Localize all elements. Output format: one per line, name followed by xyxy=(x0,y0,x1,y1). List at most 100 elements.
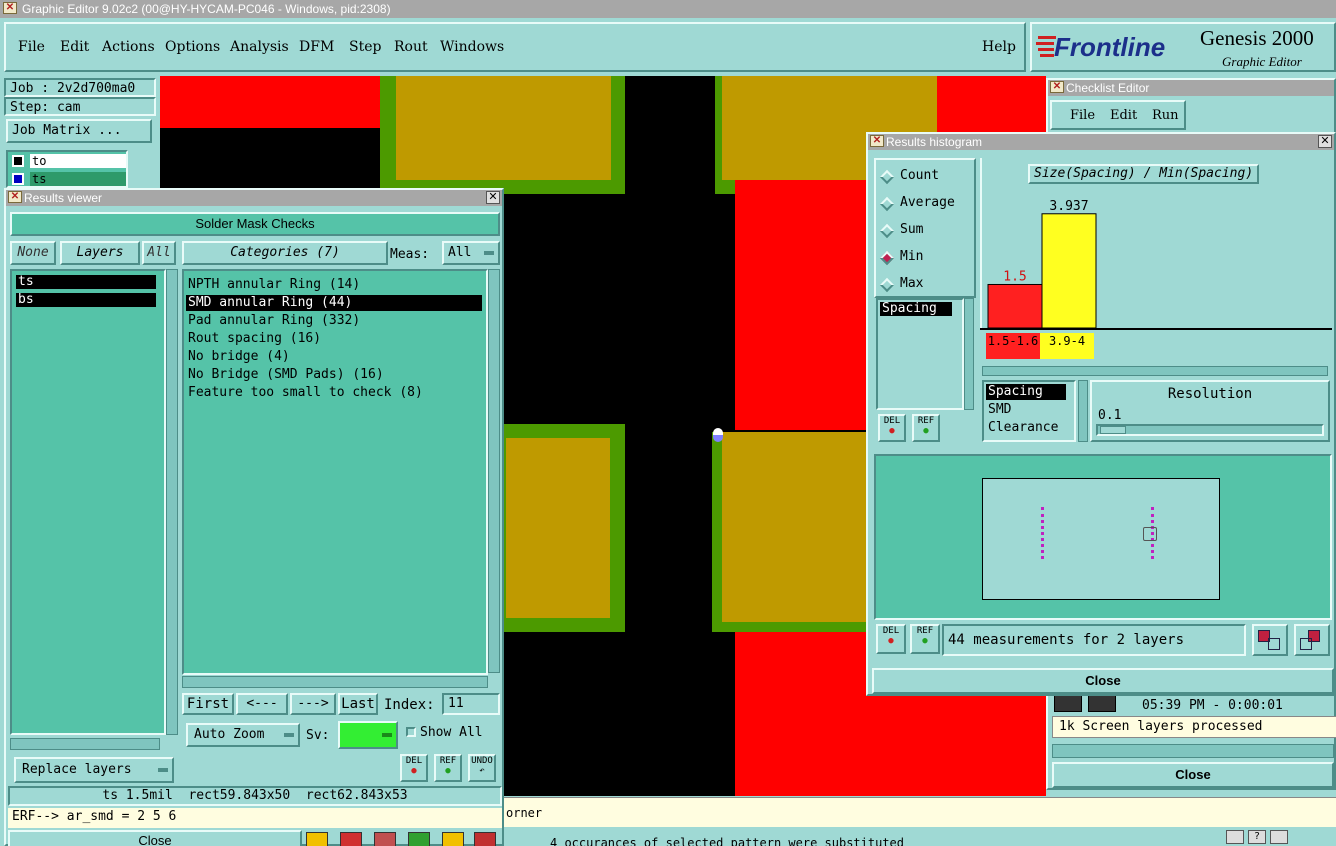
auto-zoom-label: Auto Zoom xyxy=(194,727,265,742)
erf-line: ERF--> ar_smd = 2 5 6 xyxy=(8,808,502,828)
histogram-icon[interactable] xyxy=(474,832,496,846)
layer-item[interactable]: bs xyxy=(16,293,156,307)
undo-label: UNDO xyxy=(471,756,493,766)
checklist-menu-run[interactable]: Run xyxy=(1152,108,1179,123)
menu-analysis[interactable]: Analysis xyxy=(230,39,289,55)
histogram-bar[interactable] xyxy=(1041,213,1097,328)
radio-icon xyxy=(879,223,895,239)
none-button[interactable]: None xyxy=(10,241,56,265)
type-item[interactable]: Clearance xyxy=(986,420,1066,436)
categories-button[interactable]: Categories (7) xyxy=(182,241,388,265)
layer-item[interactable]: ts xyxy=(16,275,156,289)
hist-del-button[interactable]: DEL ● xyxy=(878,414,906,442)
undo-button[interactable]: UNDO ↶ xyxy=(468,754,496,782)
resolution-group: Resolution 0.1 xyxy=(1090,380,1330,442)
type-item-selected[interactable]: Spacing xyxy=(986,384,1066,400)
type-item[interactable]: SMD xyxy=(986,402,1066,418)
results-viewer-title-bar: ✕ Results viewer ✕ xyxy=(6,190,502,206)
index-input[interactable]: 11 xyxy=(442,693,500,715)
meas-value: All xyxy=(448,245,472,260)
app-icon: ✕ xyxy=(3,2,17,14)
replace-layers-dropdown[interactable]: Replace layers xyxy=(14,757,174,783)
checklist-menu-edit[interactable]: Edit xyxy=(1110,108,1137,123)
layer-checkbox[interactable] xyxy=(12,173,24,185)
results-viewer-window: ✕ Results viewer ✕ Solder Mask Checks No… xyxy=(4,188,504,846)
layers-vscroll[interactable] xyxy=(166,269,178,735)
step-label: Step: cam xyxy=(4,97,156,116)
first-button[interactable]: First xyxy=(182,693,234,715)
import-icon[interactable] xyxy=(1294,624,1330,656)
layer-row-to[interactable]: to xyxy=(10,154,126,168)
measure-vscroll[interactable] xyxy=(964,298,974,410)
all-button[interactable]: All xyxy=(142,241,176,265)
preview-marker xyxy=(1041,507,1044,559)
layers-hscroll[interactable] xyxy=(10,738,160,750)
menu-actions[interactable]: Actions xyxy=(102,39,155,55)
category-item[interactable]: Rout spacing (16) xyxy=(186,331,482,347)
layer-checkbox[interactable] xyxy=(12,155,24,167)
category-item[interactable]: Pad annular Ring (332) xyxy=(186,313,482,329)
sv-color-dropdown[interactable] xyxy=(338,721,398,749)
toolbar-icon[interactable] xyxy=(408,832,430,846)
category-item[interactable]: No bridge (4) xyxy=(186,349,482,365)
menu-options[interactable]: Options xyxy=(165,39,220,55)
preview-ref-button[interactable]: REF ● xyxy=(910,624,940,654)
product-name: Genesis 2000 xyxy=(1200,26,1314,50)
prev-button[interactable]: <--- xyxy=(236,693,288,715)
measure-item[interactable]: Spacing xyxy=(880,302,952,316)
scroll-icon[interactable] xyxy=(1270,830,1288,844)
category-item[interactable]: Feature too small to check (8) xyxy=(186,385,482,401)
checklist-hscroll[interactable] xyxy=(1052,744,1334,758)
toolbar-icon[interactable] xyxy=(374,832,396,846)
toolbar-icon[interactable] xyxy=(306,832,328,846)
hist-ref-button[interactable]: REF ● xyxy=(912,414,940,442)
menu-dfm[interactable]: DFM xyxy=(299,39,334,55)
close-icon[interactable]: ✕ xyxy=(1318,135,1332,148)
help-icon[interactable]: ? xyxy=(1248,830,1266,844)
histogram-bar[interactable] xyxy=(987,283,1043,328)
bar-value-label: 1.5 xyxy=(1003,269,1026,284)
del-button[interactable]: DEL ● xyxy=(400,754,428,782)
chart-hscroll[interactable] xyxy=(982,366,1328,376)
checklist-menu-file[interactable]: File xyxy=(1070,108,1095,123)
mode-label: Sum xyxy=(900,222,924,237)
ref-button[interactable]: REF ● xyxy=(434,754,462,782)
menu-file[interactable]: File xyxy=(18,39,45,55)
toolbar-icon[interactable] xyxy=(340,832,362,846)
layers-button[interactable]: Layers xyxy=(60,241,140,265)
category-item[interactable]: No Bridge (SMD Pads) (16) xyxy=(186,367,482,383)
checklist-title: Checklist Editor xyxy=(1066,81,1150,95)
layer-row-ts[interactable]: ts xyxy=(10,172,126,186)
checklist-action-icon[interactable] xyxy=(1088,694,1116,712)
categories-vscroll[interactable] xyxy=(488,269,500,673)
job-matrix-button[interactable]: Job Matrix ... xyxy=(6,119,152,143)
keyboard-icon[interactable] xyxy=(1226,830,1244,844)
close-icon[interactable]: ✕ xyxy=(486,191,500,204)
export-icon[interactable] xyxy=(1252,624,1288,656)
checklist-close-button[interactable]: Close xyxy=(1052,762,1334,788)
show-all-checkbox[interactable] xyxy=(406,727,416,737)
auto-zoom-dropdown[interactable]: Auto Zoom xyxy=(186,723,300,747)
results-close-button[interactable]: Close xyxy=(8,830,302,846)
meas-dropdown[interactable]: All xyxy=(442,241,500,265)
menu-step[interactable]: Step xyxy=(349,39,381,55)
toolbar-icon[interactable] xyxy=(442,832,464,846)
resolution-slider[interactable] xyxy=(1096,424,1324,436)
next-button[interactable]: ---> xyxy=(290,693,336,715)
category-item[interactable]: NPTH annular Ring (14) xyxy=(186,277,482,293)
menu-rout[interactable]: Rout xyxy=(394,39,428,55)
resolution-label: Resolution xyxy=(1167,386,1253,402)
menu-help[interactable]: Help xyxy=(982,39,1016,55)
type-vscroll[interactable] xyxy=(1078,380,1088,442)
preview-del-button[interactable]: DEL ● xyxy=(876,624,906,654)
checklist-action-icon[interactable] xyxy=(1054,694,1082,712)
last-button[interactable]: Last xyxy=(338,693,378,715)
categories-hscroll[interactable] xyxy=(182,676,488,688)
slider-thumb[interactable] xyxy=(1100,426,1126,434)
category-item-selected[interactable]: SMD annular Ring (44) xyxy=(186,295,482,311)
brand-logo: Frontline Genesis 2000 Graphic Editor xyxy=(1030,22,1336,72)
menu-windows[interactable]: Windows xyxy=(440,39,504,55)
histogram-close-button[interactable]: Close xyxy=(872,668,1334,694)
measurement-marker[interactable] xyxy=(713,428,723,442)
menu-edit[interactable]: Edit xyxy=(60,39,89,55)
